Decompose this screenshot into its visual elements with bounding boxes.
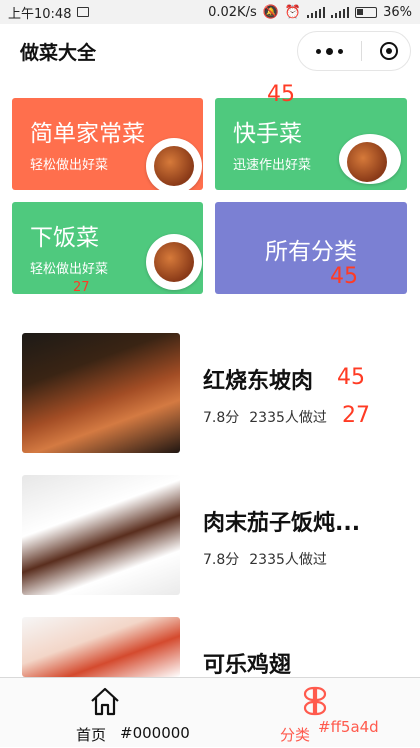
battery-percent: 36%	[383, 4, 412, 20]
recipe-score: 7.8分	[203, 410, 240, 426]
capsule-divider	[361, 41, 362, 61]
recipe-name: 可乐鸡翅	[203, 653, 292, 678]
more-icon[interactable]	[316, 47, 343, 55]
category-icon	[303, 686, 327, 716]
status-time: 上午10:48	[8, 6, 72, 22]
recipe-name: 肉末茄子饭炖...	[203, 511, 361, 536]
recipe-score: 7.8分	[203, 552, 240, 568]
mini-program-capsule	[297, 31, 411, 71]
signal-icon-2	[331, 6, 350, 18]
list-item[interactable]: 肉末茄子饭炖... 7.8分 2335人做过	[0, 475, 420, 599]
mute-icon: 🔕	[262, 4, 279, 20]
annotation-number: 45	[337, 365, 365, 390]
close-icon[interactable]	[380, 42, 398, 60]
recipe-count: 2335人做过	[249, 552, 327, 568]
annotation-number: 27	[73, 280, 90, 295]
notification-icon	[77, 7, 90, 17]
recipe-meta: 7.8分 2335人做过	[203, 407, 327, 427]
list-item[interactable]: 红烧东坡肉 45 7.8分 2335人做过 27	[0, 333, 420, 457]
category-simple-home[interactable]: 简单家常菜 轻松做出好菜	[12, 98, 203, 190]
dish-image	[146, 234, 202, 290]
alarm-icon: ⏰	[284, 4, 302, 20]
tab-category[interactable]: 分类 #ff5a4d	[210, 678, 420, 748]
category-sub: 迅速作出好菜	[233, 158, 312, 173]
category-name: 简单家常菜	[30, 121, 145, 147]
dish-image	[146, 138, 202, 190]
tab-home[interactable]: 首页 #000000	[0, 678, 210, 748]
category-name: 快手菜	[233, 121, 302, 147]
home-icon	[91, 687, 119, 716]
nav-header: 做菜大全	[0, 24, 420, 80]
battery-icon	[355, 6, 378, 18]
category-rice[interactable]: 下饭菜 轻松做出好菜	[12, 202, 203, 294]
recipe-meta: 7.8分 2335人做过	[203, 549, 327, 569]
tab-color-hint: #ff5a4d	[318, 718, 379, 736]
signal-icon	[307, 6, 326, 18]
tab-color-hint: #000000	[120, 724, 190, 742]
status-bar: 上午10:48 0.02K/s 🔕 ⏰ 36%	[0, 0, 420, 24]
category-quick[interactable]: 快手菜 迅速作出好菜	[215, 98, 407, 190]
recipe-thumbnail	[22, 333, 180, 453]
category-all[interactable]: 所有分类	[215, 202, 407, 294]
recipe-count: 2335人做过	[249, 410, 327, 426]
annotation-number: 45	[267, 82, 295, 107]
network-speed: 0.02K/s	[208, 4, 257, 20]
annotation-number: 45	[330, 264, 358, 289]
page-title: 做菜大全	[20, 42, 97, 64]
category-sub: 轻松做出好菜	[30, 158, 109, 173]
category-name: 下饭菜	[30, 225, 99, 251]
category-sub: 轻松做出好菜	[30, 262, 109, 277]
recipe-thumbnail	[22, 617, 180, 677]
recipe-name: 红烧东坡肉	[203, 369, 314, 394]
tab-bar: 首页 #000000 分类 #ff5a4d	[0, 677, 420, 747]
annotation-number: 27	[342, 403, 370, 428]
recipe-thumbnail	[22, 475, 180, 595]
category-name: 所有分类	[265, 239, 357, 265]
dish-image	[339, 134, 401, 184]
